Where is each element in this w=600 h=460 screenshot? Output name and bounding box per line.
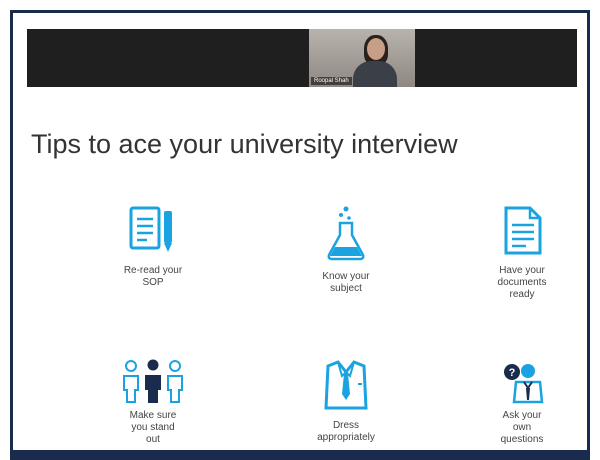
tip-label: Know your subject bbox=[322, 271, 370, 294]
people-standout-icon bbox=[123, 359, 183, 403]
tip-label: Make sure you stand out bbox=[129, 410, 177, 445]
screen-frame: Roopal Shah Tips to ace your university … bbox=[10, 10, 590, 460]
tip-label: Dress appropriately bbox=[317, 420, 375, 443]
tip-dress-appropriately: Dress appropriately bbox=[291, 358, 401, 444]
tip-stand-out: Make sure you stand out bbox=[98, 358, 208, 446]
tip-reread-sop: Re-read your SOP bbox=[98, 203, 208, 289]
document-icon bbox=[504, 206, 542, 255]
flask-icon bbox=[327, 206, 365, 261]
tip-ask-questions: ? Ask your own questions bbox=[467, 358, 577, 446]
shirt-tie-icon bbox=[324, 360, 368, 410]
tip-documents-ready: Have your documents ready bbox=[467, 203, 577, 301]
document-pen-icon bbox=[129, 206, 172, 252]
svg-text:?: ? bbox=[509, 367, 516, 379]
participant-name-label: Roopal Shah bbox=[311, 77, 352, 85]
participant-body bbox=[353, 61, 397, 87]
slide-bottom-edge bbox=[13, 450, 587, 457]
participant-video-tile[interactable]: Roopal Shah bbox=[309, 29, 415, 87]
participant-face bbox=[367, 38, 385, 60]
tip-label: Have your documents ready bbox=[497, 265, 547, 300]
question-people-icon: ? bbox=[504, 364, 544, 404]
tip-label: Re-read your SOP bbox=[123, 265, 183, 288]
video-strip: Roopal Shah bbox=[27, 29, 577, 87]
slide-title: Tips to ace your university interview bbox=[31, 129, 458, 159]
tip-know-subject: Know your subject bbox=[291, 203, 401, 295]
tip-label: Ask your own questions bbox=[500, 410, 544, 445]
